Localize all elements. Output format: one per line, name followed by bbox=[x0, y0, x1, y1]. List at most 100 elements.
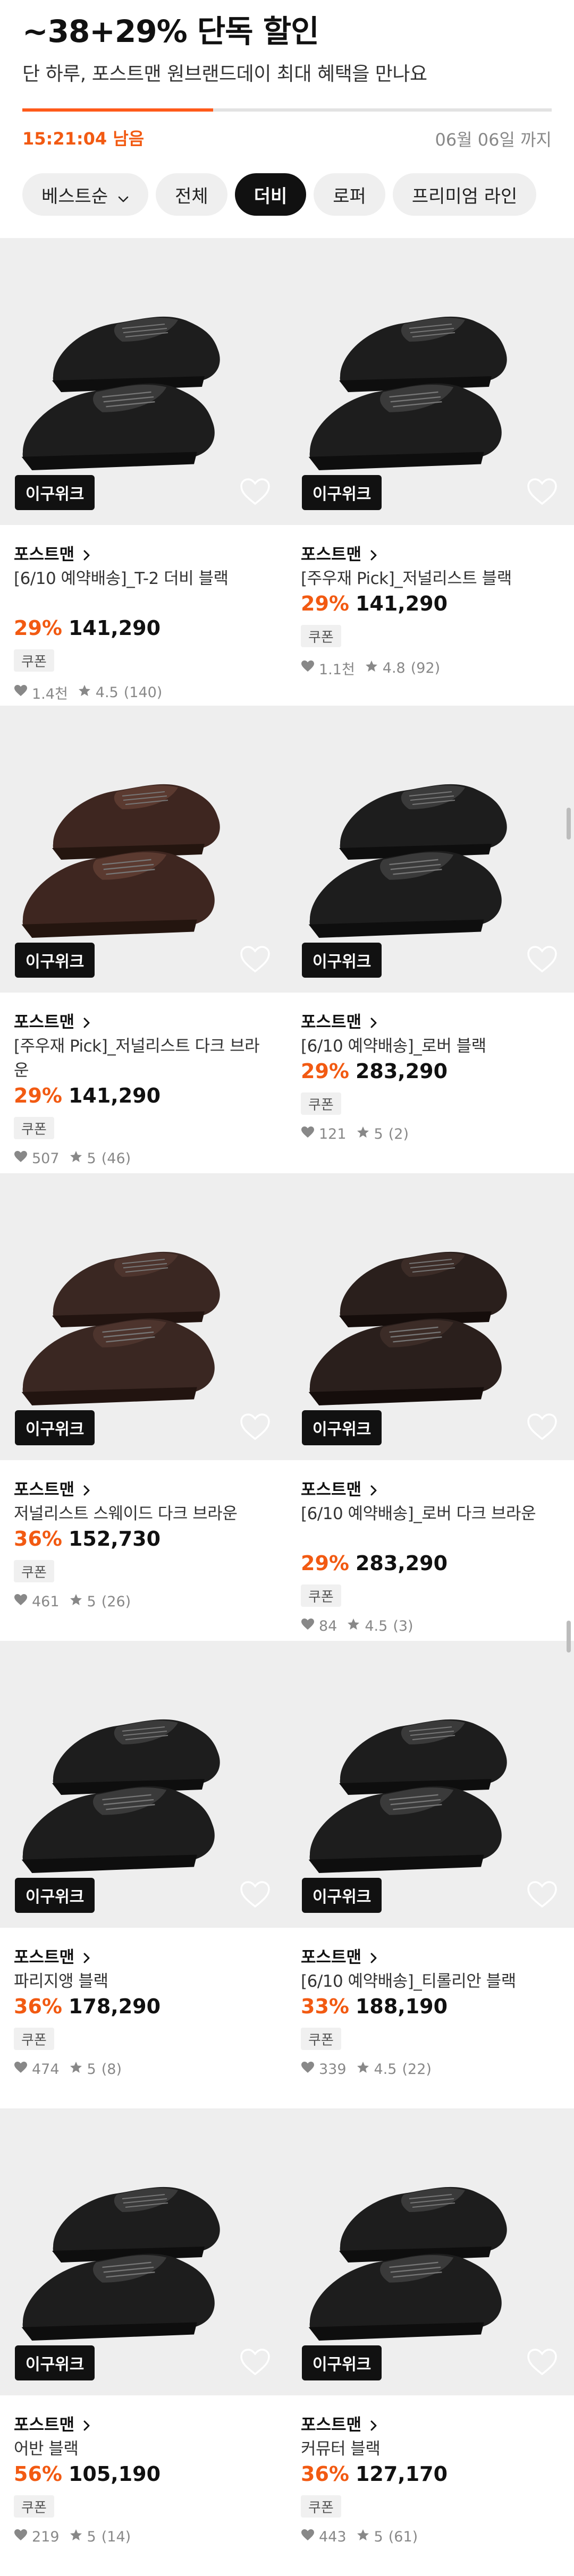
product-name[interactable]: [6/10 예약배송]_로버 다크 브라운 bbox=[301, 1502, 561, 1526]
product-card[interactable]: 이구위크 포스트맨 [6/10 예약배송]_로버 블랙 29% 283,290 쿠… bbox=[287, 706, 574, 1173]
filter-chip[interactable]: 더비 bbox=[234, 173, 307, 216]
brand-link[interactable]: 포스트맨 bbox=[14, 1944, 91, 1968]
star-icon bbox=[356, 2528, 374, 2546]
review-count: (3) bbox=[393, 1618, 413, 1634]
page-subtitle: 단 하루, 포스트맨 원브랜드데이 최대 혜택을 만나요 bbox=[22, 63, 427, 85]
rating: 5 bbox=[87, 2061, 96, 2078]
brand-link[interactable]: 포스트맨 bbox=[301, 1476, 378, 1500]
product-name[interactable]: [6/10 예약배송]_로버 블랙 bbox=[301, 1034, 561, 1058]
product-name[interactable]: [6/10 예약배송]_티롤리안 블랙 bbox=[301, 1969, 561, 1994]
wishlist-heart-icon[interactable] bbox=[239, 477, 271, 507]
coupon-tag: 쿠폰 bbox=[14, 1117, 54, 1139]
product-image[interactable]: 이구위크 bbox=[0, 1173, 287, 1460]
rating: 5 bbox=[87, 1594, 96, 1610]
rating: 4.5 bbox=[365, 1618, 388, 1634]
promo-badge: 이구위크 bbox=[15, 2345, 95, 2380]
product-image[interactable]: 이구위크 bbox=[287, 1641, 574, 1928]
coupon-tag: 쿠폰 bbox=[14, 2495, 54, 2518]
product-name[interactable]: 저널리스트 스웨이드 다크 브라운 bbox=[14, 1502, 274, 1526]
discount-rate: 29% bbox=[301, 592, 349, 615]
product-image[interactable]: 이구위크 bbox=[287, 238, 574, 525]
brand-link[interactable]: 포스트맨 bbox=[14, 1476, 91, 1500]
product-card[interactable]: 이구위크 포스트맨 [주우재 Pick]_저널리스트 블랙 29% 141,290… bbox=[287, 238, 574, 706]
wishlist-heart-icon[interactable] bbox=[526, 1880, 558, 1910]
filter-chip[interactable]: 전체 bbox=[156, 173, 227, 216]
brand-link[interactable]: 포스트맨 bbox=[301, 1009, 378, 1032]
product-image[interactable]: 이구위크 bbox=[287, 706, 574, 993]
deadline-date: 06월 06일 까지 bbox=[435, 130, 552, 150]
scrollbar-thumb[interactable] bbox=[567, 808, 571, 840]
chevron-right-icon bbox=[369, 2417, 378, 2430]
product-stats: 1.4천 4.5 (140) bbox=[14, 682, 162, 703]
product-card[interactable]: 이구위크 포스트맨 커뮤터 블랙 36% 127,170 쿠폰 443 5 (61… bbox=[287, 2108, 574, 2576]
wishlist-heart-icon[interactable] bbox=[239, 2348, 271, 2377]
product-name[interactable]: [주우재 Pick]_저널리스트 다크 브라운 bbox=[14, 1034, 274, 1083]
brand-link[interactable]: 포스트맨 bbox=[301, 541, 378, 565]
sale-price: 141,290 bbox=[68, 1084, 161, 1107]
product-image[interactable]: 이구위크 bbox=[0, 1641, 287, 1928]
product-card[interactable]: 이구위크 포스트맨 [주우재 Pick]_저널리스트 다크 브라운 29% 141… bbox=[0, 706, 287, 1173]
wishlist-heart-icon[interactable] bbox=[526, 1412, 558, 1442]
product-name[interactable]: [주우재 Pick]_저널리스트 블랙 bbox=[301, 566, 561, 591]
star-icon bbox=[78, 684, 96, 701]
product-name[interactable]: [6/10 예약배송]_T-2 더비 블랙 bbox=[14, 566, 274, 591]
coupon-tag: 쿠폰 bbox=[14, 649, 54, 672]
product-name[interactable]: 어반 블랙 bbox=[14, 2437, 274, 2461]
filter-chip[interactable]: 프리미엄 라인 bbox=[392, 173, 537, 216]
brand-link[interactable]: 포스트맨 bbox=[14, 541, 91, 565]
heart-icon bbox=[301, 2529, 319, 2545]
chevron-right-icon bbox=[369, 547, 378, 560]
scrollbar-thumb-lower[interactable] bbox=[567, 1621, 571, 1653]
price-row: 29% 141,290 bbox=[14, 616, 161, 640]
product-stats: 443 5 (61) bbox=[301, 2528, 418, 2546]
discount-rate: 29% bbox=[301, 1552, 349, 1575]
sale-price: 105,190 bbox=[68, 2462, 161, 2486]
wishlist-heart-icon[interactable] bbox=[239, 1880, 271, 1910]
wishlist-heart-icon[interactable] bbox=[526, 2348, 558, 2377]
star-icon bbox=[69, 2528, 87, 2546]
product-stats: 121 5 (2) bbox=[301, 1125, 409, 1143]
product-card[interactable]: 이구위크 포스트맨 파리지앵 블랙 36% 178,290 쿠폰 474 5 (8… bbox=[0, 1641, 287, 2108]
product-name[interactable]: 커뮤터 블랙 bbox=[301, 2437, 561, 2461]
brand-name: 포스트맨 bbox=[14, 545, 75, 564]
wishlist-heart-icon[interactable] bbox=[239, 945, 271, 975]
discount-rate: 29% bbox=[14, 616, 62, 640]
heart-icon bbox=[14, 1150, 32, 1167]
product-card[interactable]: 이구위크 포스트맨 [6/10 예약배송]_로버 다크 브라운 29% 283,2… bbox=[287, 1173, 574, 1641]
product-image[interactable]: 이구위크 bbox=[287, 2108, 574, 2395]
discount-rate: 56% bbox=[14, 2462, 62, 2486]
filter-chip[interactable]: 로퍼 bbox=[314, 173, 385, 216]
product-image[interactable]: 이구위크 bbox=[0, 238, 287, 525]
like-count: 339 bbox=[319, 2061, 347, 2078]
like-count: 84 bbox=[319, 1618, 337, 1634]
price-row: 29% 141,290 bbox=[14, 1084, 161, 1107]
wishlist-heart-icon[interactable] bbox=[526, 477, 558, 507]
product-image[interactable]: 이구위크 bbox=[0, 2108, 287, 2395]
star-icon bbox=[69, 2061, 87, 2078]
product-card[interactable]: 이구위크 포스트맨 저널리스트 스웨이드 다크 브라운 36% 152,730 쿠… bbox=[0, 1173, 287, 1641]
brand-link[interactable]: 포스트맨 bbox=[14, 2411, 91, 2435]
brand-link[interactable]: 포스트맨 bbox=[14, 1009, 91, 1032]
product-card[interactable]: 이구위크 포스트맨 [6/10 예약배송]_티롤리안 블랙 33% 188,190… bbox=[287, 1641, 574, 2108]
rating: 5 bbox=[374, 1126, 383, 1142]
product-stats: 84 4.5 (3) bbox=[301, 1617, 413, 1635]
brand-link[interactable]: 포스트맨 bbox=[301, 2411, 378, 2435]
discount-rate: 33% bbox=[301, 1995, 349, 2018]
wishlist-heart-icon[interactable] bbox=[526, 945, 558, 975]
product-image[interactable]: 이구위크 bbox=[0, 706, 287, 993]
product-name[interactable]: 파리지앵 블랙 bbox=[14, 1969, 274, 1994]
rating: 4.5 bbox=[95, 684, 119, 701]
brand-link[interactable]: 포스트맨 bbox=[301, 1944, 378, 1968]
like-count: 1.4천 bbox=[32, 686, 68, 702]
filter-chip[interactable]: 베스트순 bbox=[22, 173, 149, 216]
filter-chip-label: 베스트순 bbox=[41, 185, 108, 207]
time-progress-fill bbox=[22, 108, 213, 112]
product-card[interactable]: 이구위크 포스트맨 어반 블랙 56% 105,190 쿠폰 219 5 (14) bbox=[0, 2108, 287, 2576]
wishlist-heart-icon[interactable] bbox=[239, 1412, 271, 1442]
product-image[interactable]: 이구위크 bbox=[287, 1173, 574, 1460]
page-header: ~38+29% 단독 할인 단 하루, 포스트맨 원브랜드데이 최대 혜택을 만… bbox=[0, 0, 574, 238]
coupon-tag: 쿠폰 bbox=[14, 2028, 54, 2050]
product-card[interactable]: 이구위크 포스트맨 [6/10 예약배송]_T-2 더비 블랙 29% 141,2… bbox=[0, 238, 287, 706]
coupon-tag: 쿠폰 bbox=[301, 2495, 341, 2518]
chevron-right-icon bbox=[82, 547, 91, 560]
